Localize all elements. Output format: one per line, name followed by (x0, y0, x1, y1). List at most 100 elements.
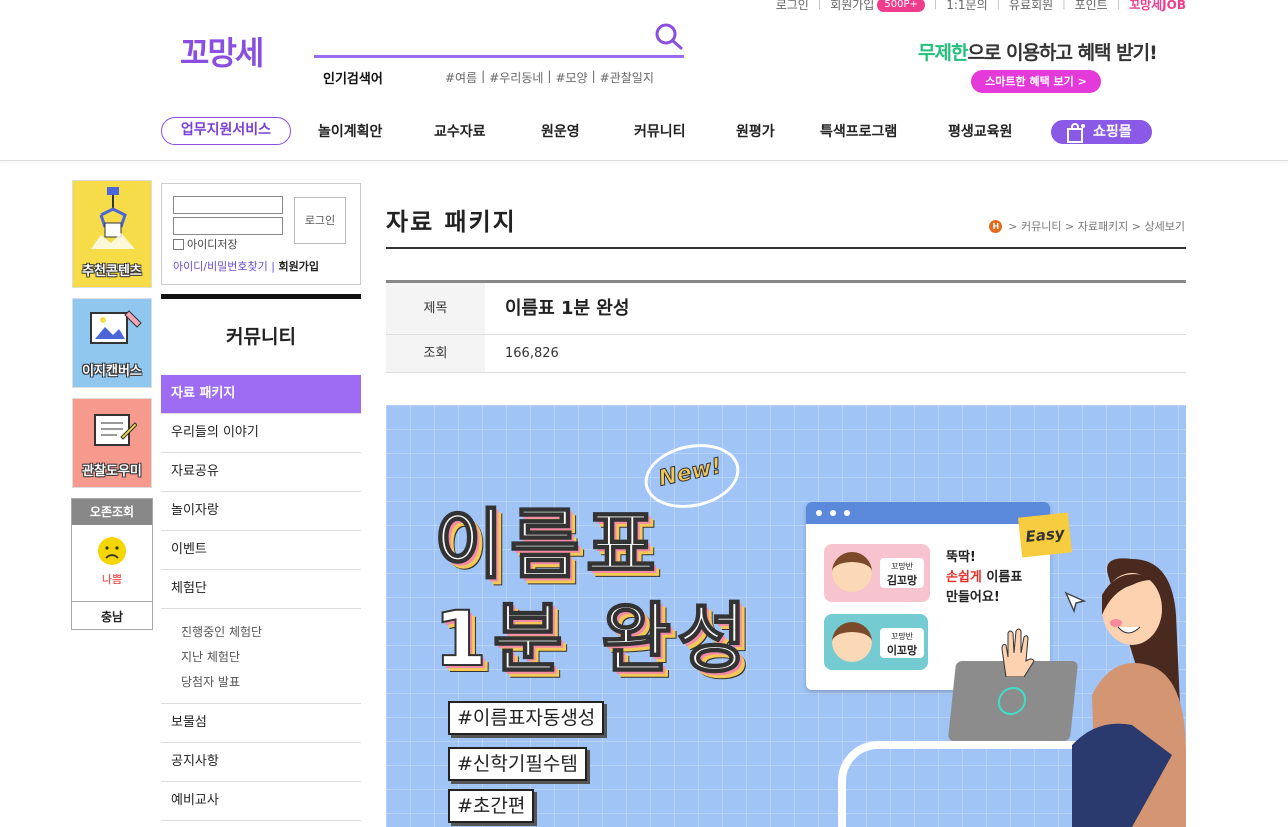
sidebar-item-preteacher[interactable]: 예비교사 (161, 782, 361, 821)
nav-support-service[interactable]: 업무지원서비스 (161, 117, 291, 145)
site-logo[interactable]: 꼬망세 (180, 28, 264, 74)
sidebar-item-event[interactable]: 이벤트 (161, 531, 361, 570)
post-title: 이름표 1분 완성 (505, 298, 630, 319)
claw-machine-icon (91, 187, 135, 249)
sidebar-item-story[interactable]: 우리들의 이야기 (161, 414, 361, 453)
home-icon[interactable]: H (989, 219, 1003, 233)
nav-item-special[interactable]: 특색프로그램 (820, 121, 897, 141)
name-tag-sample: 꼬망반 김꼬망 (824, 544, 930, 602)
sidebar-item-experience[interactable]: 체험단 (161, 570, 361, 609)
nav-item-plan[interactable]: 놀이계획안 (318, 121, 382, 141)
nav-divider (0, 160, 1288, 161)
name-tag-class: 꼬망반 (890, 562, 914, 571)
save-id-checkbox[interactable]: 아이디저장 (173, 236, 238, 252)
login-button[interactable]: 로그인 (294, 197, 346, 244)
promo-text: 무제한으로 이용하고 혜택 받기! (918, 38, 1158, 65)
quick-observe[interactable]: 관찰도우미 (72, 398, 152, 488)
popular-tags: #여름 | #우리동네 | #모양 | #관찰일지 (445, 69, 658, 86)
sidebar-item-treasure[interactable]: 보물섬 (161, 704, 361, 743)
views-row: 조회 166,826 (386, 335, 1186, 373)
sidebar-sub-ongoing[interactable]: 진행중인 체험단 (181, 620, 361, 645)
join-link[interactable]: 회원가입 (830, 0, 874, 13)
point-link[interactable]: 포인트 (1075, 0, 1108, 13)
search-icon[interactable] (654, 22, 684, 52)
nav-item-education[interactable]: 평생교육원 (948, 121, 1012, 141)
sidebar-item-package[interactable]: 자료 패키지 (161, 375, 361, 414)
quick-recommend-label: 추천콘텐츠 (82, 264, 142, 279)
sidebar-submenu: 진행중인 체험단 지난 체험단 당첨자 발표 (161, 609, 361, 704)
password-field[interactable] (173, 217, 283, 235)
breadcrumb: H > 커뮤니티 > 자료패키지 > 상세보기 (989, 218, 1185, 234)
popular-tag[interactable]: #모양 (555, 69, 587, 86)
msg-line-3: 만들어요! (946, 590, 1000, 605)
banner-tag: #초간편 (448, 789, 535, 823)
ozone-region[interactable]: 충남 (72, 601, 152, 625)
sidebar-item-play[interactable]: 놀이자랑 (161, 492, 361, 531)
job-link[interactable]: 꼬망세JOB (1129, 0, 1186, 13)
ozone-widget: 오존조회 나쁨 충남 (71, 498, 153, 630)
nav-item-community[interactable]: 커뮤니티 (634, 121, 686, 141)
banner-tag: #이름표자동생성 (448, 701, 605, 735)
nav-item-evaluation[interactable]: 원평가 (736, 121, 775, 141)
sidebar-item-share[interactable]: 자료공유 (161, 453, 361, 492)
nav-item-operation[interactable]: 원운영 (541, 121, 580, 141)
utility-bar: 로그인 | 회원가입 500P+ | 1:1문의 | 유료회원 | 포인트 | … (776, 0, 1186, 13)
quick-easy-canvas[interactable]: 이지캔버스 (72, 298, 152, 388)
sad-face-icon (98, 537, 126, 565)
popular-search-label: 인기검색어 (323, 72, 383, 87)
join-point-badge: 500P+ (877, 0, 925, 12)
popular-tag[interactable]: #여름 (445, 69, 477, 86)
name-tag-text: 꼬망반 김꼬망 (880, 558, 924, 588)
popular-tag[interactable]: #관찰일지 (600, 69, 654, 86)
window-dot (830, 510, 836, 516)
views-count: 166,826 (505, 346, 559, 361)
shopping-bag-icon (1067, 123, 1085, 143)
sidebar-item-notice[interactable]: 공지사항 (161, 743, 361, 782)
laptop-logo (996, 687, 1028, 715)
waving-hand-icon (1001, 628, 1035, 677)
save-id-label: 아이디저장 (187, 238, 238, 251)
sidebar-title: 커뮤니티 (226, 326, 296, 348)
paid-member-link[interactable]: 유료회원 (1009, 0, 1053, 13)
sidebar: 커뮤니티 자료 패키지 우리들의 이야기 자료공유 놀이자랑 이벤트 체험단 진… (161, 294, 361, 821)
quick-recommend[interactable]: 추천콘텐츠 (72, 180, 152, 288)
boy-face-icon (832, 622, 872, 662)
ozone-status: 나쁨 (101, 573, 123, 586)
msg-highlight: 손쉽게 (946, 570, 982, 585)
window-dot (844, 510, 850, 516)
girl-face-icon (832, 552, 872, 592)
join-link[interactable]: 회원가입 (279, 260, 319, 273)
divider: | (817, 0, 822, 10)
views-label: 조회 (386, 335, 485, 372)
easy-sticker: Easy (1018, 512, 1072, 558)
nav-shop-button[interactable]: 쇼핑몰 (1051, 120, 1152, 144)
name-tag-text: 꼬망반 이꼬망 (880, 628, 924, 658)
shop-label: 쇼핑몰 (1093, 124, 1132, 140)
name-tag-sample: 꼬망반 이꼬망 (824, 614, 928, 670)
promo-button[interactable]: 스마트한 혜택 보기 > (971, 70, 1101, 93)
sidebar-sub-past[interactable]: 지난 체험단 (181, 645, 361, 670)
clipboard-icon (94, 414, 137, 446)
find-account-link[interactable]: 아이디/비밀번호찾기 (173, 260, 268, 273)
divider: | (591, 69, 596, 83)
popular-tag[interactable]: #우리동네 (489, 69, 543, 86)
banner-headline-2: 1분 완성 (433, 593, 754, 684)
title-label: 제목 (386, 283, 485, 334)
banner-tag: #신학기필수템 (448, 747, 587, 781)
content-banner-image: New! 이름표 1분 완성 #이름표자동생성 #신학기필수템 #초간편 꼬망반… (386, 405, 1186, 827)
search-input[interactable] (314, 55, 684, 58)
quick-canvas-label: 이지캔버스 (82, 364, 142, 379)
login-link[interactable]: 로그인 (776, 0, 809, 13)
msg-line-1: 뚝딱! (946, 550, 976, 565)
username-field[interactable] (173, 196, 283, 214)
name-tag-class: 꼬망반 (890, 632, 914, 641)
banner-message: 뚝딱! 손쉽게 이름표 만들어요! (946, 548, 1022, 608)
qna-link[interactable]: 1:1문의 (946, 0, 987, 13)
nav-item-materials[interactable]: 교수자료 (434, 121, 486, 141)
login-box: 로그인 아이디저장 아이디/비밀번호찾기 | 회원가입 (161, 183, 361, 285)
new-label: New! (656, 453, 725, 492)
breadcrumb-path: > 커뮤니티 > 자료패키지 > 상세보기 (1008, 220, 1185, 233)
sidebar-sub-winners[interactable]: 당첨자 발표 (181, 670, 361, 695)
window-titlebar (806, 502, 1050, 524)
promo-highlight: 무제한 (918, 42, 968, 64)
